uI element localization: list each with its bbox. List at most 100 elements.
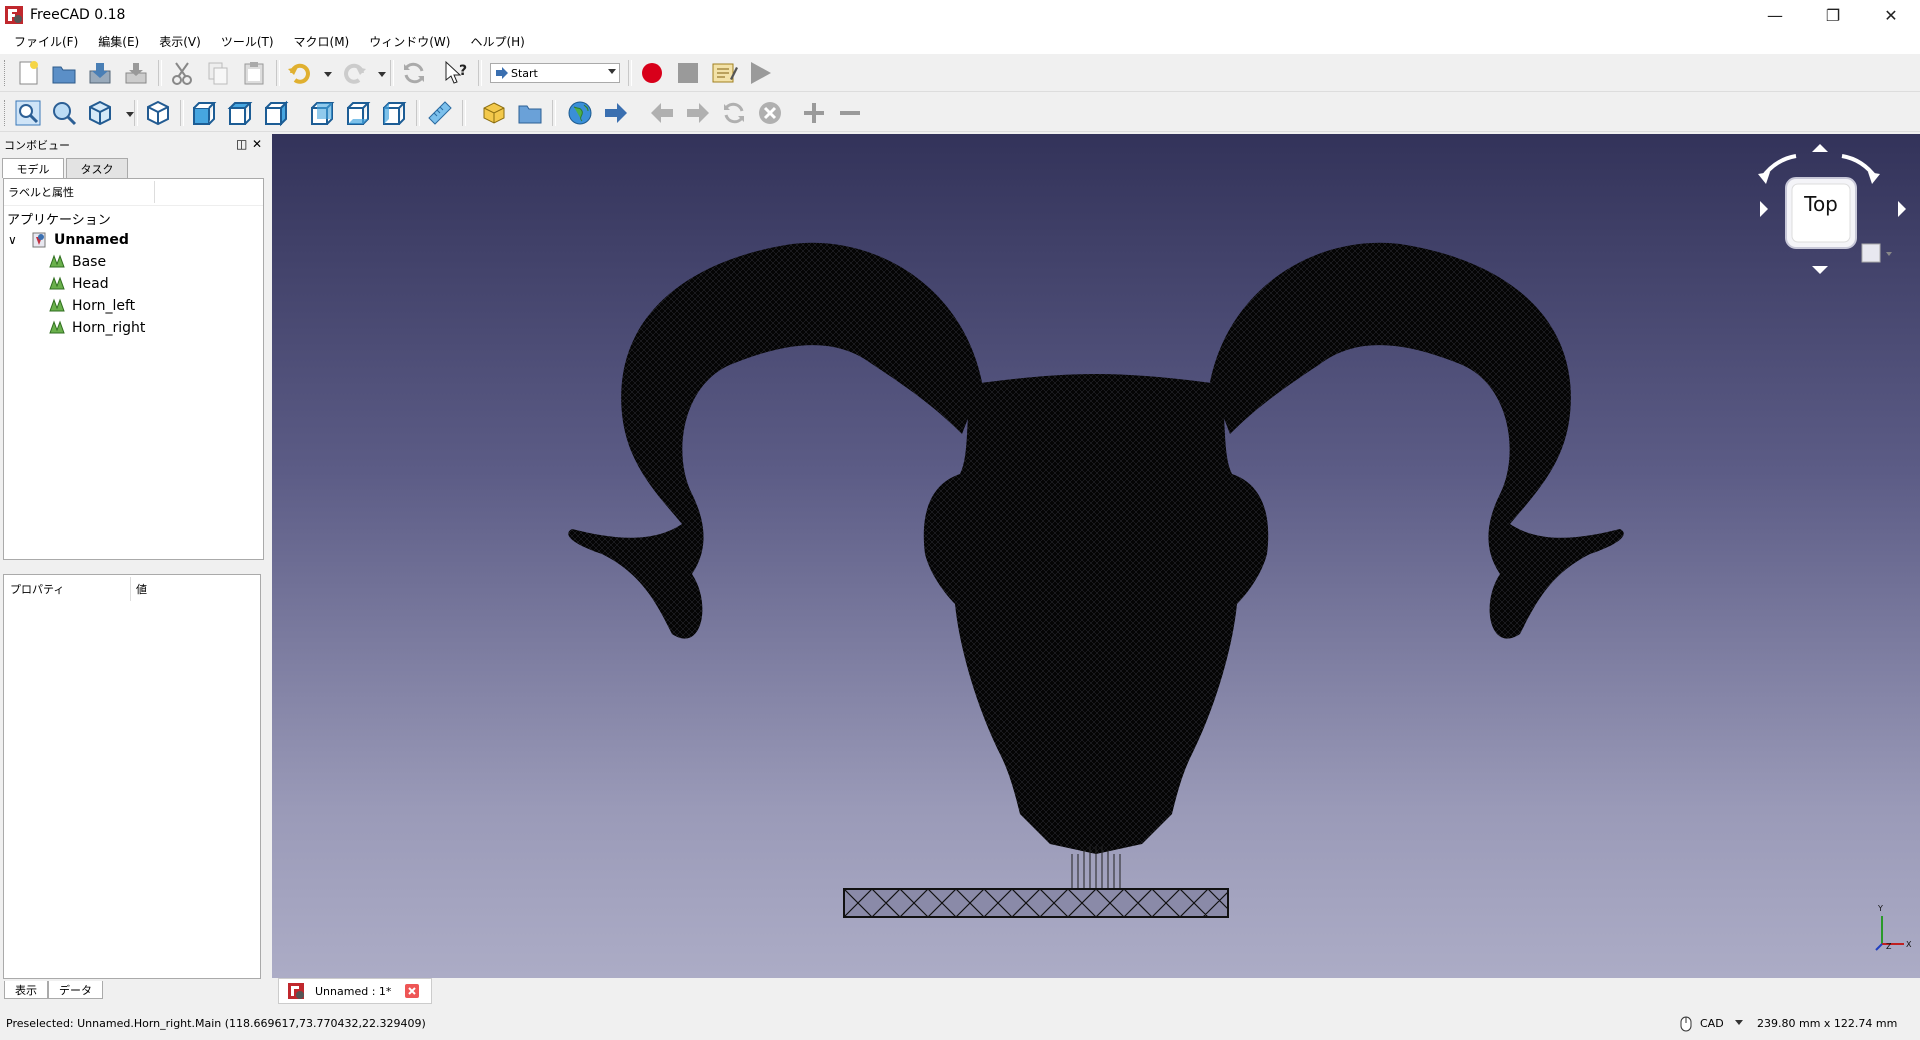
menu-help[interactable]: ヘルプ(H) xyxy=(460,30,534,54)
tab-tasks[interactable]: タスク xyxy=(66,158,128,178)
paste-button[interactable] xyxy=(240,59,268,87)
view-toolbar xyxy=(0,94,1920,132)
menu-tools[interactable]: ツール(T) xyxy=(211,30,284,54)
tab-model[interactable]: モデル xyxy=(2,158,64,178)
close-tab-icon[interactable] xyxy=(405,984,420,998)
copy-icon xyxy=(208,62,228,85)
minimize-button[interactable]: — xyxy=(1746,0,1804,30)
refresh-button[interactable] xyxy=(400,59,428,87)
combo-view-title: コンボビュー xyxy=(4,139,70,152)
tab-view[interactable]: 表示 xyxy=(4,981,48,999)
view-top-button[interactable] xyxy=(226,99,254,127)
open-website-button[interactable] xyxy=(602,99,630,127)
forward-button[interactable] xyxy=(684,99,712,127)
ram-skull-model[interactable] xyxy=(272,134,1920,978)
base-mesh[interactable] xyxy=(843,888,1229,918)
arrow-right-icon xyxy=(605,103,627,123)
tree-item-label: Base xyxy=(72,254,107,270)
tree-item-label: Horn_right xyxy=(72,320,146,336)
draw-style-button[interactable] xyxy=(86,99,114,127)
tree-item-horn-left[interactable]: Horn_left xyxy=(48,295,135,317)
workbench-selector[interactable]: Start xyxy=(490,63,620,83)
plus-icon xyxy=(804,103,824,123)
menu-macro[interactable]: マクロ(M) xyxy=(284,30,360,54)
draw-style-dropdown[interactable] xyxy=(116,99,134,127)
view-left-button[interactable] xyxy=(380,99,408,127)
edit-macro-button[interactable] xyxy=(710,59,738,87)
stop-icon xyxy=(678,63,698,83)
save-button[interactable] xyxy=(86,59,114,87)
back-button[interactable] xyxy=(648,99,676,127)
tab-data[interactable]: データ xyxy=(48,981,103,999)
zoom-out-button[interactable] xyxy=(836,99,864,127)
application-node[interactable]: アプリケーション xyxy=(7,207,111,229)
svg-text:?: ? xyxy=(459,63,467,79)
redo-dropdown[interactable] xyxy=(368,59,386,87)
menu-window[interactable]: ウィンドウ(W) xyxy=(359,30,460,54)
web-browser-button[interactable] xyxy=(566,99,594,127)
close-window-button[interactable]: ✕ xyxy=(1862,0,1920,30)
undo-button[interactable] xyxy=(286,59,314,87)
view-front-button[interactable] xyxy=(190,99,218,127)
arrow-right-icon[interactable] xyxy=(1898,201,1906,217)
view-isometric-button[interactable] xyxy=(144,99,172,127)
tree-item-base[interactable]: Base xyxy=(48,251,106,273)
navcube-face-label[interactable]: Top xyxy=(1786,192,1856,216)
copy-button[interactable] xyxy=(204,59,232,87)
run-macro-button[interactable] xyxy=(746,59,774,87)
save-as-button[interactable] xyxy=(122,59,150,87)
head-mesh[interactable] xyxy=(923,374,1269,854)
tree-item-horn-right[interactable]: Horn_right xyxy=(48,317,145,339)
view-bottom-button[interactable] xyxy=(344,99,372,127)
dropdown-arrow-icon xyxy=(324,72,332,77)
view-rear-button[interactable] xyxy=(308,99,336,127)
axis-x-label: X xyxy=(1906,940,1912,949)
zoom-in-button[interactable] xyxy=(800,99,828,127)
view-right-button[interactable] xyxy=(262,99,290,127)
stop-macro-button[interactable] xyxy=(674,59,702,87)
navigation-cube[interactable]: Top xyxy=(1752,144,1912,274)
menu-view[interactable]: 表示(V) xyxy=(149,30,211,54)
open-button[interactable] xyxy=(50,59,78,87)
cut-button[interactable] xyxy=(168,59,196,87)
redo-button[interactable] xyxy=(340,59,368,87)
tree-item-document[interactable]: ∨ Unnamed xyxy=(8,229,129,251)
refresh-icon xyxy=(724,102,744,124)
record-macro-button[interactable] xyxy=(638,59,666,87)
chevron-down-icon[interactable]: ∨ xyxy=(8,233,26,247)
restore-button[interactable]: ❐ xyxy=(1804,0,1862,30)
horn-left-mesh[interactable] xyxy=(568,242,982,639)
3d-viewport[interactable]: Top Y X Z xyxy=(272,134,1920,978)
arrow-right-icon xyxy=(496,67,508,79)
file-toolbar: ? Start xyxy=(0,54,1920,92)
axis-y-label: Y xyxy=(1878,904,1883,913)
fit-all-button[interactable] xyxy=(14,99,42,127)
menu-file[interactable]: ファイル(F) xyxy=(4,30,88,54)
horn-right-mesh[interactable] xyxy=(1210,242,1624,639)
create-part-button[interactable] xyxy=(480,99,508,127)
create-group-button[interactable] xyxy=(516,99,544,127)
fit-selection-button[interactable] xyxy=(50,99,78,127)
draw-style-cube-icon xyxy=(89,100,111,126)
document-tab[interactable]: Unnamed : 1* xyxy=(278,978,432,1004)
arrow-down-icon[interactable] xyxy=(1812,266,1828,274)
float-panel-icon[interactable]: ◫ xyxy=(236,137,247,151)
arrow-up-icon[interactable] xyxy=(1812,144,1828,152)
whats-this-button[interactable]: ? xyxy=(442,59,470,87)
reload-button[interactable] xyxy=(720,99,748,127)
measure-distance-button[interactable] xyxy=(426,99,454,127)
help-pointer-icon: ? xyxy=(445,60,467,84)
arrow-left-icon[interactable] xyxy=(1760,201,1768,217)
navigation-style[interactable]: CAD xyxy=(1700,1017,1724,1030)
new-document-button[interactable] xyxy=(14,59,42,87)
property-editor: プロパティ 値 xyxy=(3,574,261,979)
undo-dropdown[interactable] xyxy=(314,59,332,87)
feature-icon xyxy=(49,298,65,312)
chevron-down-icon[interactable] xyxy=(1735,1020,1743,1026)
close-panel-icon[interactable]: ✕ xyxy=(252,137,262,151)
axis-indicator: Y X Z xyxy=(1872,904,1912,954)
stop-loading-button[interactable] xyxy=(756,99,784,127)
tree-item-head[interactable]: Head xyxy=(48,273,109,295)
window-title: FreeCAD 0.18 xyxy=(30,7,126,23)
menu-edit[interactable]: 編集(E) xyxy=(88,30,149,54)
